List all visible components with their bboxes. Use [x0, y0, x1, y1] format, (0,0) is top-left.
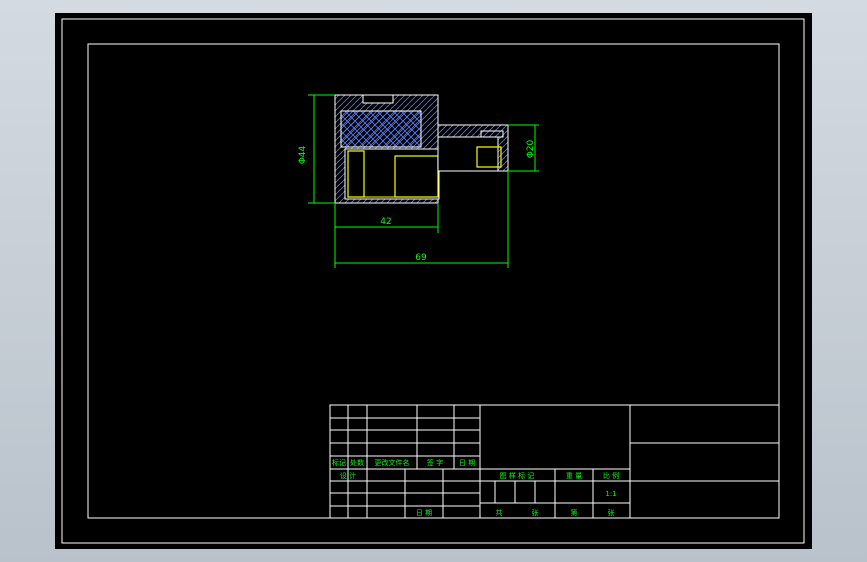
dim-outer-diameter: Φ44: [298, 145, 308, 164]
top-groove: [362, 94, 394, 104]
dim-small-diameter: Φ20: [526, 139, 536, 158]
weight-label: 重 量: [566, 472, 582, 480]
drawing-mark-label: 图 样 标 记: [500, 471, 535, 480]
rev-header-date: 日 期: [459, 459, 475, 467]
rev-header-mark: 标记: [332, 458, 346, 467]
part-section-view: [334, 94, 509, 204]
date-label: 日 期: [416, 509, 432, 517]
sheet-label: 张: [532, 508, 539, 517]
dim-total-length: 69: [415, 253, 427, 263]
rev-header-file: 更改文件名: [375, 458, 410, 467]
title-block-text: 标记 处数 更改文件名 签 字 日 期 设 计 日 期 图 样 标 记 重 量 …: [332, 458, 619, 517]
cad-drawing: Φ44 Φ20 42 69 标记 处数 更改文件名 签 字 日 期 设 计 日 …: [61, 18, 805, 544]
insert-section: [340, 110, 422, 148]
design-label: 设 计: [340, 471, 356, 480]
rev-header-sign: 签 字: [427, 458, 443, 467]
index-label: 第: [571, 508, 578, 517]
scale-label: 比 例: [603, 471, 619, 480]
scale-value: 1:1: [605, 490, 616, 498]
rev-header-count: 处数: [350, 458, 364, 467]
drawing-sheet: Φ44 Φ20 42 69 标记 处数 更改文件名 签 字 日 期 设 计 日 …: [55, 13, 812, 549]
sheet-label-2: 张: [608, 508, 615, 517]
total-label: 共: [496, 508, 503, 517]
dim-inner-length: 42: [380, 217, 391, 227]
shaft-bore: [437, 136, 499, 172]
